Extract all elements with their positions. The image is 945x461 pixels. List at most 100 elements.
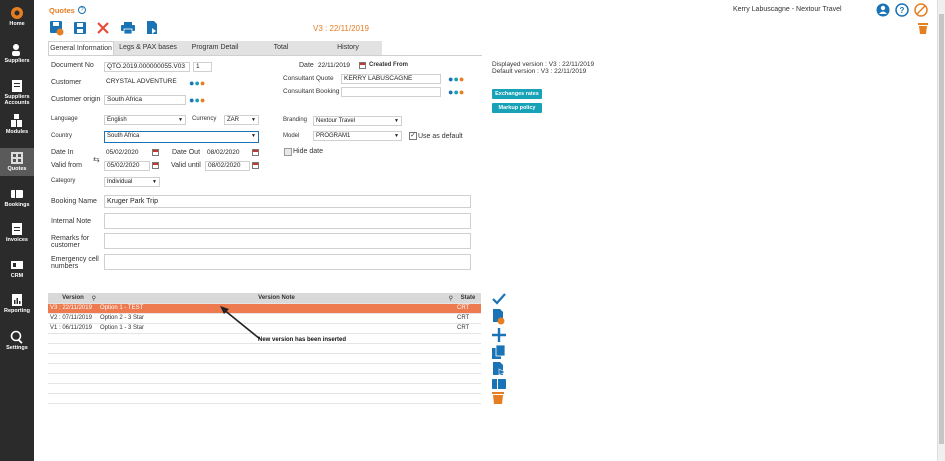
save-icon[interactable] — [74, 22, 86, 34]
check-icon[interactable] — [492, 293, 506, 305]
valid-from-field[interactable]: 05/02/2020 — [104, 161, 150, 171]
emergency-label-line2: numbers — [51, 263, 79, 270]
print-icon[interactable] — [121, 22, 135, 34]
markup-policy-button[interactable]: Markup policy — [492, 103, 542, 113]
calendar-icon[interactable] — [252, 162, 259, 169]
internal-note-field[interactable] — [104, 213, 471, 229]
language-select[interactable]: English ▼ — [104, 115, 186, 125]
new-version-icon[interactable] — [492, 309, 506, 325]
quotes-icon — [11, 152, 23, 164]
consultant-quote-label: Consultant Quote — [283, 75, 334, 82]
sidebar-item-supplier-accounts[interactable]: Suppliers Accounts — [0, 79, 34, 106]
delete-icon[interactable] — [492, 392, 504, 404]
sidebar-item-settings[interactable]: Settings — [0, 330, 34, 351]
chevron-down-icon: ▼ — [152, 179, 157, 185]
customer-more-icon[interactable]: ●●● — [189, 79, 205, 88]
category-select[interactable]: Individual ▼ — [104, 177, 160, 187]
add-icon[interactable] — [492, 328, 506, 342]
help-icon[interactable]: ? — [78, 6, 86, 14]
close-icon[interactable] — [97, 22, 109, 34]
country-select[interactable]: South Africa ▼ — [104, 131, 259, 143]
user-icon[interactable] — [876, 3, 890, 17]
col-version-note-header[interactable]: Version Note ⚲ — [98, 293, 455, 304]
date-in-field[interactable]: 05/02/2020 — [104, 149, 150, 159]
date-out-field[interactable]: 08/02/2020 — [205, 149, 250, 159]
col-version-header[interactable]: Version ⚲ — [48, 293, 98, 304]
chevron-down-icon: ▼ — [394, 118, 399, 124]
copy-icon[interactable] — [492, 345, 506, 359]
ticket-icon[interactable] — [492, 378, 506, 390]
sidebar-item-crm[interactable]: CRM — [0, 258, 34, 279]
tab-history[interactable]: History — [314, 41, 382, 55]
customer-origin-more-icon[interactable]: ●●● — [189, 96, 205, 105]
sidebar-item-label: Modules — [5, 129, 29, 135]
annotation-text: New version has been inserted — [258, 337, 347, 343]
consultant-booking-more-icon[interactable]: ●●● — [448, 88, 464, 97]
sidebar-item-invoices[interactable]: Invoices — [0, 222, 34, 243]
emergency-field[interactable] — [104, 254, 471, 270]
date-field[interactable]: 22/11/2019 — [316, 62, 356, 72]
col-version-label: Version — [62, 294, 84, 301]
hide-date-checkbox[interactable] — [284, 148, 292, 156]
versions-header-row: Version ⚲ Version Note ⚲ State — [48, 293, 481, 304]
search-icon[interactable]: ⚲ — [449, 295, 453, 302]
branding-select[interactable]: Nextour Travel ▼ — [313, 116, 402, 126]
exchanges-rates-button[interactable]: Exchanges rates — [492, 89, 542, 99]
sidebar-item-reporting[interactable]: Reporting — [0, 293, 34, 314]
displayed-version: Displayed version : V3 : 22/11/2019 — [492, 61, 595, 68]
language-label: Language — [51, 116, 78, 122]
document-export-icon[interactable] — [492, 362, 506, 376]
tab-total[interactable]: Total — [248, 41, 314, 55]
booking-name-field[interactable]: Kruger Park Trip — [104, 195, 471, 208]
export-document-icon[interactable] — [146, 21, 158, 35]
table-row[interactable]: V2 : 07/11/2019 Option 2 - 3 Star CRT — [48, 313, 481, 324]
link-dates-icon[interactable]: ⇆ — [93, 155, 100, 164]
sidebar-item-label: Invoices — [5, 237, 28, 243]
remarks-label-line2: customer — [51, 242, 80, 249]
invoices-icon — [12, 223, 22, 235]
sidebar-item-quotes[interactable]: Quotes — [0, 148, 34, 176]
col-state-header[interactable]: State — [455, 293, 481, 304]
calendar-icon[interactable] — [252, 149, 259, 156]
table-row[interactable]: V1 : 06/11/2019 Option 1 - 3 Star CRT — [48, 323, 481, 334]
sidebar-item-suppliers[interactable]: Suppliers — [0, 43, 34, 64]
document-no-seq-field[interactable]: 1 — [193, 62, 212, 72]
calendar-icon[interactable] — [359, 62, 366, 69]
consultant-booking-field[interactable] — [341, 87, 441, 97]
scrollbar-thumb[interactable] — [939, 14, 944, 444]
supplier-accounts-icon — [12, 80, 22, 92]
versions-table: Version ⚲ Version Note ⚲ State V3 : 22/11/… — [48, 293, 481, 404]
col-state-label: State — [460, 294, 476, 301]
search-icon[interactable]: ⚲ — [92, 295, 96, 302]
remarks-field[interactable] — [104, 233, 471, 249]
scrollbar[interactable] — [937, 0, 945, 461]
consultant-quote-field[interactable]: KERRY LABUSCAGNE — [341, 74, 441, 84]
calendar-icon[interactable] — [152, 149, 159, 156]
document-no-field[interactable]: QTO.2019.000000055.V03 — [104, 62, 190, 72]
calendar-icon[interactable] — [152, 162, 159, 169]
help-circle-icon[interactable]: ? — [895, 3, 909, 17]
sidebar-item-modules[interactable]: Modules — [0, 114, 34, 135]
valid-until-field[interactable]: 08/02/2020 — [205, 161, 250, 171]
valid-until-label: Valid until — [171, 162, 201, 169]
cancel-icon[interactable] — [914, 3, 928, 17]
settings-icon — [10, 330, 23, 344]
save-and-check-icon[interactable] — [50, 21, 64, 36]
sidebar-item-bookings[interactable]: Bookings — [0, 187, 34, 208]
table-row[interactable]: V3 : 22/11/2019 Option 1 - TEST CRT — [48, 303, 481, 314]
document-no-label: Document No — [51, 62, 94, 69]
customer-origin-field[interactable]: South Africa — [104, 95, 186, 105]
trash-icon[interactable] — [918, 22, 928, 34]
tab-legs-pax-bases[interactable]: Legs & PAX bases — [114, 41, 182, 55]
currency-select[interactable]: ZAR ▼ — [224, 115, 259, 125]
crm-icon — [11, 261, 23, 269]
tab-program-detail[interactable]: Program Detail — [182, 41, 248, 55]
customer-field[interactable]: CRYSTAL ADVENTURE — [104, 78, 186, 88]
tab-general-information[interactable]: General Information — [48, 41, 114, 55]
cell-note: Option 2 - 3 Star — [98, 313, 455, 324]
consultant-quote-more-icon[interactable]: ●●● — [448, 75, 464, 84]
model-select[interactable]: PROGRAM1 ▼ — [313, 131, 402, 141]
sidebar-item-home[interactable]: Home — [0, 6, 34, 27]
user-name: Kerry Labuscagne - Nextour Travel — [733, 6, 842, 13]
use-as-default-checkbox[interactable]: ✓ — [409, 132, 417, 140]
